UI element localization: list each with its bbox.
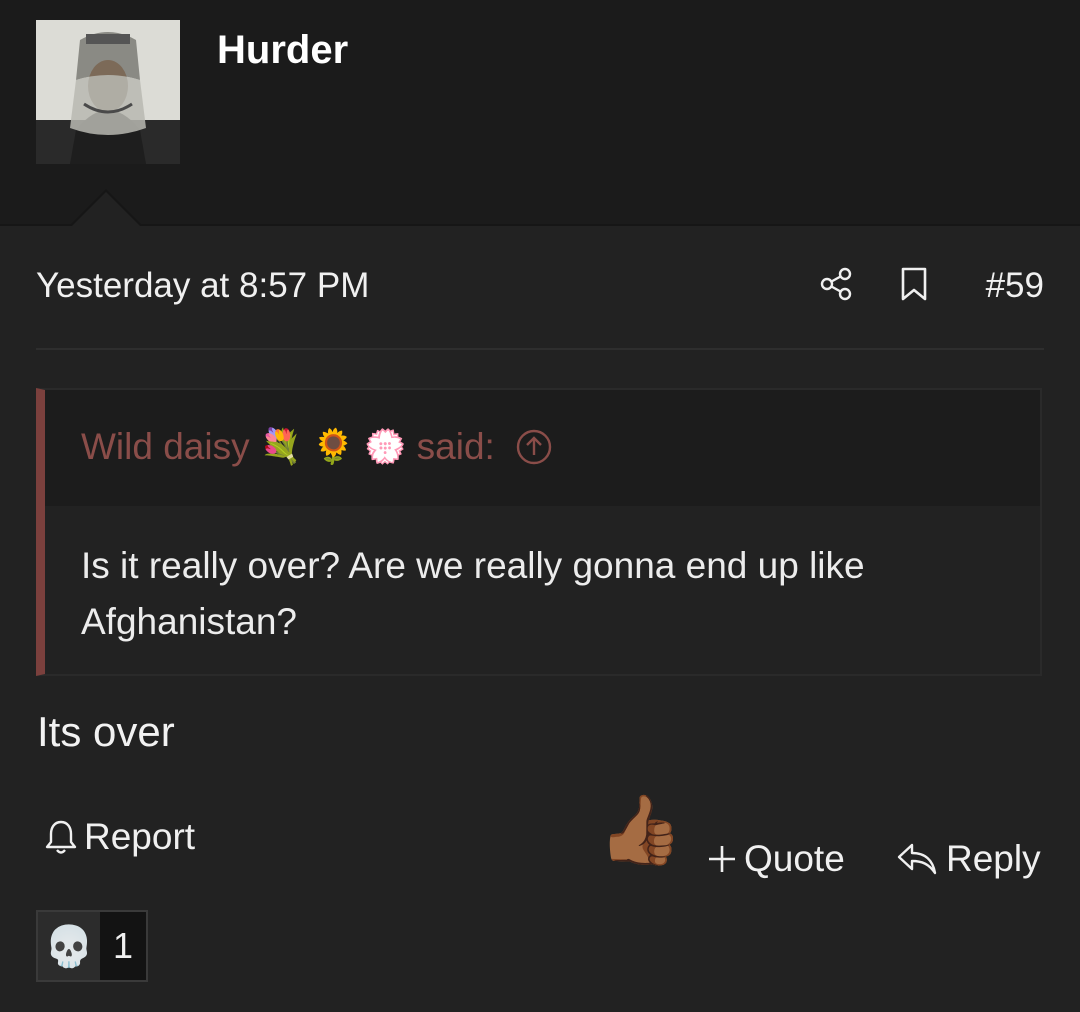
sunflower-emoji: 🌻 bbox=[311, 428, 355, 466]
post-header: Hurder bbox=[0, 0, 1080, 226]
quote-author-line[interactable]: Wild daisy 💐 🌻 💮 said: bbox=[81, 426, 553, 468]
quote-header[interactable]: Wild daisy 💐 🌻 💮 said: bbox=[45, 390, 1040, 506]
share-icon[interactable] bbox=[818, 266, 854, 302]
reply-button[interactable]: Reply bbox=[896, 838, 1041, 880]
avatar[interactable] bbox=[36, 20, 180, 164]
bookmark-icon[interactable] bbox=[898, 266, 930, 302]
quote-button[interactable]: Quote bbox=[706, 838, 845, 880]
avatar-image bbox=[36, 20, 180, 164]
bouquet-emoji: 💐 bbox=[259, 428, 302, 466]
plus-icon bbox=[709, 846, 735, 872]
report-button[interactable]: Report bbox=[44, 816, 195, 858]
quote-said-label: said: bbox=[416, 426, 495, 467]
post-meta: Yesterday at 8:57 PM #59 bbox=[36, 260, 1044, 312]
post-number[interactable]: #59 bbox=[986, 266, 1044, 306]
skull-emoji: 💀 bbox=[38, 912, 100, 980]
reaction-summary[interactable]: 💀 1 bbox=[36, 910, 148, 982]
quote-block: Wild daisy 💐 🌻 💮 said: Is it really over… bbox=[36, 388, 1042, 676]
quote-label: Quote bbox=[744, 838, 845, 879]
quote-text: Is it really over? Are we really gonna e… bbox=[81, 545, 865, 642]
reply-label: Reply bbox=[946, 838, 1041, 879]
arrow-up-circle-icon[interactable] bbox=[515, 428, 553, 466]
reaction-count: 1 bbox=[100, 912, 146, 980]
report-label: Report bbox=[84, 816, 196, 857]
username[interactable]: Hurder bbox=[217, 28, 348, 73]
post-timestamp[interactable]: Yesterday at 8:57 PM bbox=[36, 266, 369, 306]
like-button[interactable]: 👍🏾 bbox=[598, 796, 683, 864]
divider bbox=[36, 348, 1044, 350]
quote-author[interactable]: Wild daisy bbox=[81, 426, 250, 468]
white-flower-emoji: 💮 bbox=[364, 428, 407, 466]
post-body: Its over bbox=[37, 708, 175, 755]
bell-icon bbox=[45, 820, 77, 854]
reply-arrow-icon bbox=[897, 843, 937, 875]
header-caret bbox=[72, 192, 140, 226]
